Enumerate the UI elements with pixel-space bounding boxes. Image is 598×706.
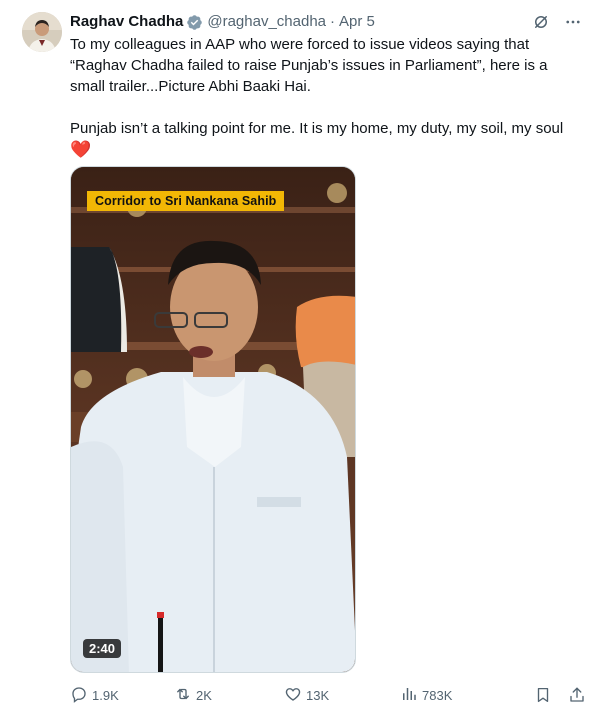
like-button[interactable]: 13K bbox=[284, 685, 400, 706]
views-icon bbox=[400, 685, 418, 706]
author-handle[interactable]: @raghav_chadha bbox=[207, 12, 326, 32]
video-caption: Corridor to Sri Nankana Sahib bbox=[87, 191, 285, 211]
separator: · bbox=[330, 13, 336, 30]
tweet-text-line: To my colleagues in AAP who were forced … bbox=[70, 36, 530, 53]
tweet-text-line: Punjab isn’t a talking point for me. It … bbox=[70, 120, 564, 137]
bookmark-icon[interactable] bbox=[534, 686, 552, 704]
action-bar: 1.9K 2K 13K 783K bbox=[70, 684, 586, 706]
tweet-header: Raghav Chadha @raghav_chadha · Apr 5 bbox=[70, 12, 582, 32]
heart-emoji: ❤️ bbox=[70, 140, 92, 159]
reply-button[interactable]: 1.9K bbox=[70, 685, 174, 706]
repost-button[interactable]: 2K bbox=[174, 685, 284, 706]
author-name[interactable]: Raghav Chadha bbox=[70, 12, 183, 32]
verified-badge-icon[interactable] bbox=[186, 14, 203, 31]
post-date[interactable]: Apr 5 bbox=[339, 12, 375, 32]
views-count: 783K bbox=[422, 687, 453, 703]
video-player[interactable]: Corridor to Sri Nankana Sahib 2:40 bbox=[70, 166, 356, 673]
like-count: 13K bbox=[306, 687, 330, 703]
video-duration: 2:40 bbox=[83, 639, 122, 658]
tweet-text: To my colleagues in AAP who were forced … bbox=[70, 34, 582, 160]
grok-icon[interactable] bbox=[532, 13, 550, 31]
reply-icon bbox=[70, 685, 88, 706]
more-icon[interactable] bbox=[564, 13, 582, 31]
views-button[interactable]: 783K bbox=[400, 685, 514, 706]
repost-count: 2K bbox=[196, 687, 212, 703]
like-icon bbox=[284, 685, 302, 706]
share-icon[interactable] bbox=[568, 686, 586, 704]
tweet-text-line: “Raghav Chadha failed to raise Punjab’s … bbox=[70, 57, 548, 74]
repost-icon bbox=[174, 685, 192, 706]
video-thumbnail bbox=[71, 167, 355, 672]
avatar-image bbox=[22, 12, 62, 52]
avatar[interactable] bbox=[22, 12, 62, 52]
reply-count: 1.9K bbox=[92, 687, 119, 703]
tweet[interactable]: Raghav Chadha @raghav_chadha · Apr 5 To … bbox=[0, 0, 598, 705]
tweet-text-line: small trailer...Picture Abhi Baaki Hai. bbox=[70, 78, 311, 95]
